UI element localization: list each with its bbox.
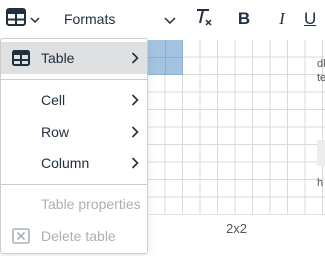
menu-item-label: Delete table — [41, 228, 116, 244]
menu-separator — [1, 79, 147, 80]
menu-item-delete-table: Delete table — [1, 220, 147, 252]
formats-label: Formats — [64, 11, 116, 27]
chevron-right-icon — [131, 93, 139, 109]
chevron-right-icon — [131, 125, 139, 141]
table-dropdown-menu: Table Cell Row Column Table properties D… — [0, 38, 148, 254]
menu-item-cell[interactable]: Cell — [1, 84, 147, 116]
document-text-fragment: h — [317, 177, 324, 189]
document-text-fragment: dl — [317, 58, 325, 70]
document-table-strip — [317, 140, 325, 166]
table-icon — [6, 7, 26, 31]
table-icon — [12, 50, 30, 69]
clear-formatting-button[interactable] — [192, 4, 216, 34]
underline-button[interactable]: U — [304, 4, 325, 34]
chevron-down-icon — [30, 10, 40, 28]
bold-button[interactable]: B — [232, 4, 256, 34]
clear-formatting-icon — [194, 7, 214, 32]
chevron-right-icon — [131, 156, 139, 172]
chevron-right-icon — [131, 51, 139, 67]
chevron-down-icon — [164, 11, 176, 27]
grid-size-label: 2x2 — [148, 214, 325, 241]
menu-item-label: Table — [41, 50, 75, 66]
delete-table-icon — [12, 228, 30, 247]
menu-item-label: Column — [41, 155, 90, 171]
menu-item-column[interactable]: Column — [1, 147, 147, 179]
menu-item-table-properties: Table properties — [1, 188, 147, 220]
editor-toolbar: Formats B I U — [0, 0, 325, 38]
menu-item-label: Row — [41, 124, 70, 140]
menu-item-table[interactable]: Table — [1, 42, 147, 74]
menu-item-label: Table properties — [41, 196, 141, 212]
menu-separator — [1, 184, 147, 185]
italic-button[interactable]: I — [270, 4, 294, 34]
document-text-fragment: te — [317, 72, 325, 84]
menu-item-row[interactable]: Row — [1, 116, 147, 148]
menu-item-label: Cell — [41, 92, 66, 108]
formats-dropdown[interactable]: Formats — [54, 4, 184, 34]
table-menu-button[interactable] — [2, 4, 44, 34]
grid-selection-divider — [148, 57, 183, 58]
